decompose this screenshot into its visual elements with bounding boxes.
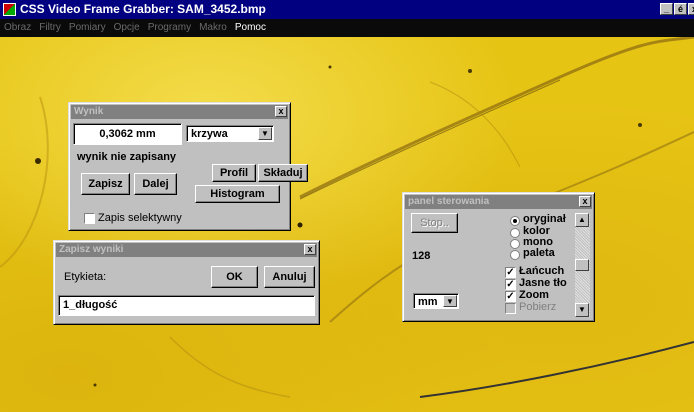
- result-value-field: 0,3062 mm: [73, 123, 182, 145]
- minimize-button[interactable]: _: [660, 3, 673, 15]
- radio-kolor[interactable]: [510, 228, 520, 238]
- checkbox-jasne-tlo-label: Jasne tło: [519, 277, 567, 289]
- units-select[interactable]: mm ▼: [413, 293, 459, 309]
- radio-oryginal-label: oryginał: [523, 213, 566, 225]
- radio-mono[interactable]: [510, 239, 520, 249]
- save-results-title-bar: Zapisz wyniki: [56, 243, 317, 257]
- menu-programy[interactable]: Programy: [148, 22, 191, 33]
- title-bar: CSS Video Frame Grabber: SAM_3452.bmp _ …: [0, 0, 694, 19]
- save-status-text: wynik nie zapisany: [77, 151, 177, 163]
- app-icon: [3, 3, 16, 16]
- wynik-title-bar: Wynik: [71, 105, 288, 119]
- menu-opcje[interactable]: Opcje: [114, 22, 140, 33]
- selective-save-label: Zapis selektywny: [98, 212, 182, 224]
- scrollbar-thumb[interactable]: [575, 259, 589, 271]
- zapisz-button[interactable]: Zapisz: [81, 173, 130, 195]
- chevron-down-icon[interactable]: ▼: [443, 295, 457, 307]
- measure-type-select[interactable]: krzywa ▼: [186, 125, 274, 142]
- radio-paleta-label: paleta: [523, 247, 555, 259]
- scroll-up-button[interactable]: ▲: [575, 213, 589, 227]
- menu-filtry[interactable]: Filtry: [39, 22, 61, 33]
- control-panel-title: panel sterowania: [408, 196, 490, 207]
- save-results-title: Zapisz wyniki: [59, 244, 124, 255]
- checkbox-lancuch-label: Łańcuch: [519, 265, 565, 277]
- wynik-close-button[interactable]: x: [275, 106, 287, 117]
- wynik-title: Wynik: [74, 106, 104, 117]
- cancel-button[interactable]: Anuluj: [264, 266, 315, 288]
- menu-bar: Obraz Filtry Pomiary Opcje Programy Makro Pomo…: [0, 19, 694, 37]
- wynik-dialog: Wynik x 0,3062 mm krzywa ▼ wynik nie zap…: [68, 102, 308, 231]
- checkbox-pobierz-label: Pobierz: [519, 301, 557, 313]
- save-results-close-button[interactable]: x: [304, 244, 316, 255]
- skladuj-button[interactable]: Składuj: [258, 164, 308, 182]
- ok-button[interactable]: OK: [211, 266, 258, 288]
- measure-type-value: krzywa: [191, 128, 228, 140]
- selective-save-checkbox[interactable]: [84, 213, 95, 224]
- dalej-button[interactable]: Dalej: [134, 173, 177, 195]
- menu-pomiary[interactable]: Pomiary: [69, 22, 106, 33]
- level-value: 128: [412, 250, 431, 262]
- checkbox-zoom-label: Zoom: [519, 289, 549, 301]
- profil-button[interactable]: Profil: [212, 164, 256, 182]
- scroll-down-button[interactable]: ▼: [575, 303, 589, 317]
- units-value: mm: [418, 296, 438, 308]
- label-field-caption: Etykieta:: [64, 271, 107, 283]
- checkbox-pobierz[interactable]: [505, 303, 516, 314]
- close-button[interactable]: x: [688, 3, 694, 15]
- checkbox-lancuch[interactable]: ✓: [505, 267, 516, 278]
- save-results-dialog: Zapisz wyniki x Etykieta: OK Anuluj 1_dł…: [53, 240, 320, 325]
- app-window: CSS Video Frame Grabber: SAM_3452.bmp _ …: [0, 0, 694, 412]
- radio-oryginal[interactable]: [510, 216, 520, 226]
- checkbox-jasne-tlo[interactable]: ✓: [505, 279, 516, 290]
- control-panel-title-bar: panel sterowania: [405, 195, 592, 209]
- menu-makro[interactable]: Makro: [199, 22, 227, 33]
- control-panel-close-button[interactable]: x: [579, 196, 591, 207]
- window-title: CSS Video Frame Grabber: SAM_3452.bmp: [20, 2, 266, 16]
- menu-pomoc[interactable]: Pomoc: [235, 22, 266, 33]
- label-input[interactable]: 1_długość: [58, 295, 315, 316]
- radio-paleta[interactable]: [510, 250, 520, 260]
- maximize-button[interactable]: é: [674, 3, 687, 15]
- histogram-button[interactable]: Histogram: [195, 185, 280, 203]
- checkbox-zoom[interactable]: ✓: [505, 291, 516, 302]
- menu-obraz[interactable]: Obraz: [4, 22, 31, 33]
- chevron-down-icon[interactable]: ▼: [258, 127, 272, 140]
- stop-button[interactable]: Stop..: [411, 213, 458, 233]
- control-panel-dialog: panel sterowania x Stop.. 128 mm ▼ orygi…: [402, 192, 595, 322]
